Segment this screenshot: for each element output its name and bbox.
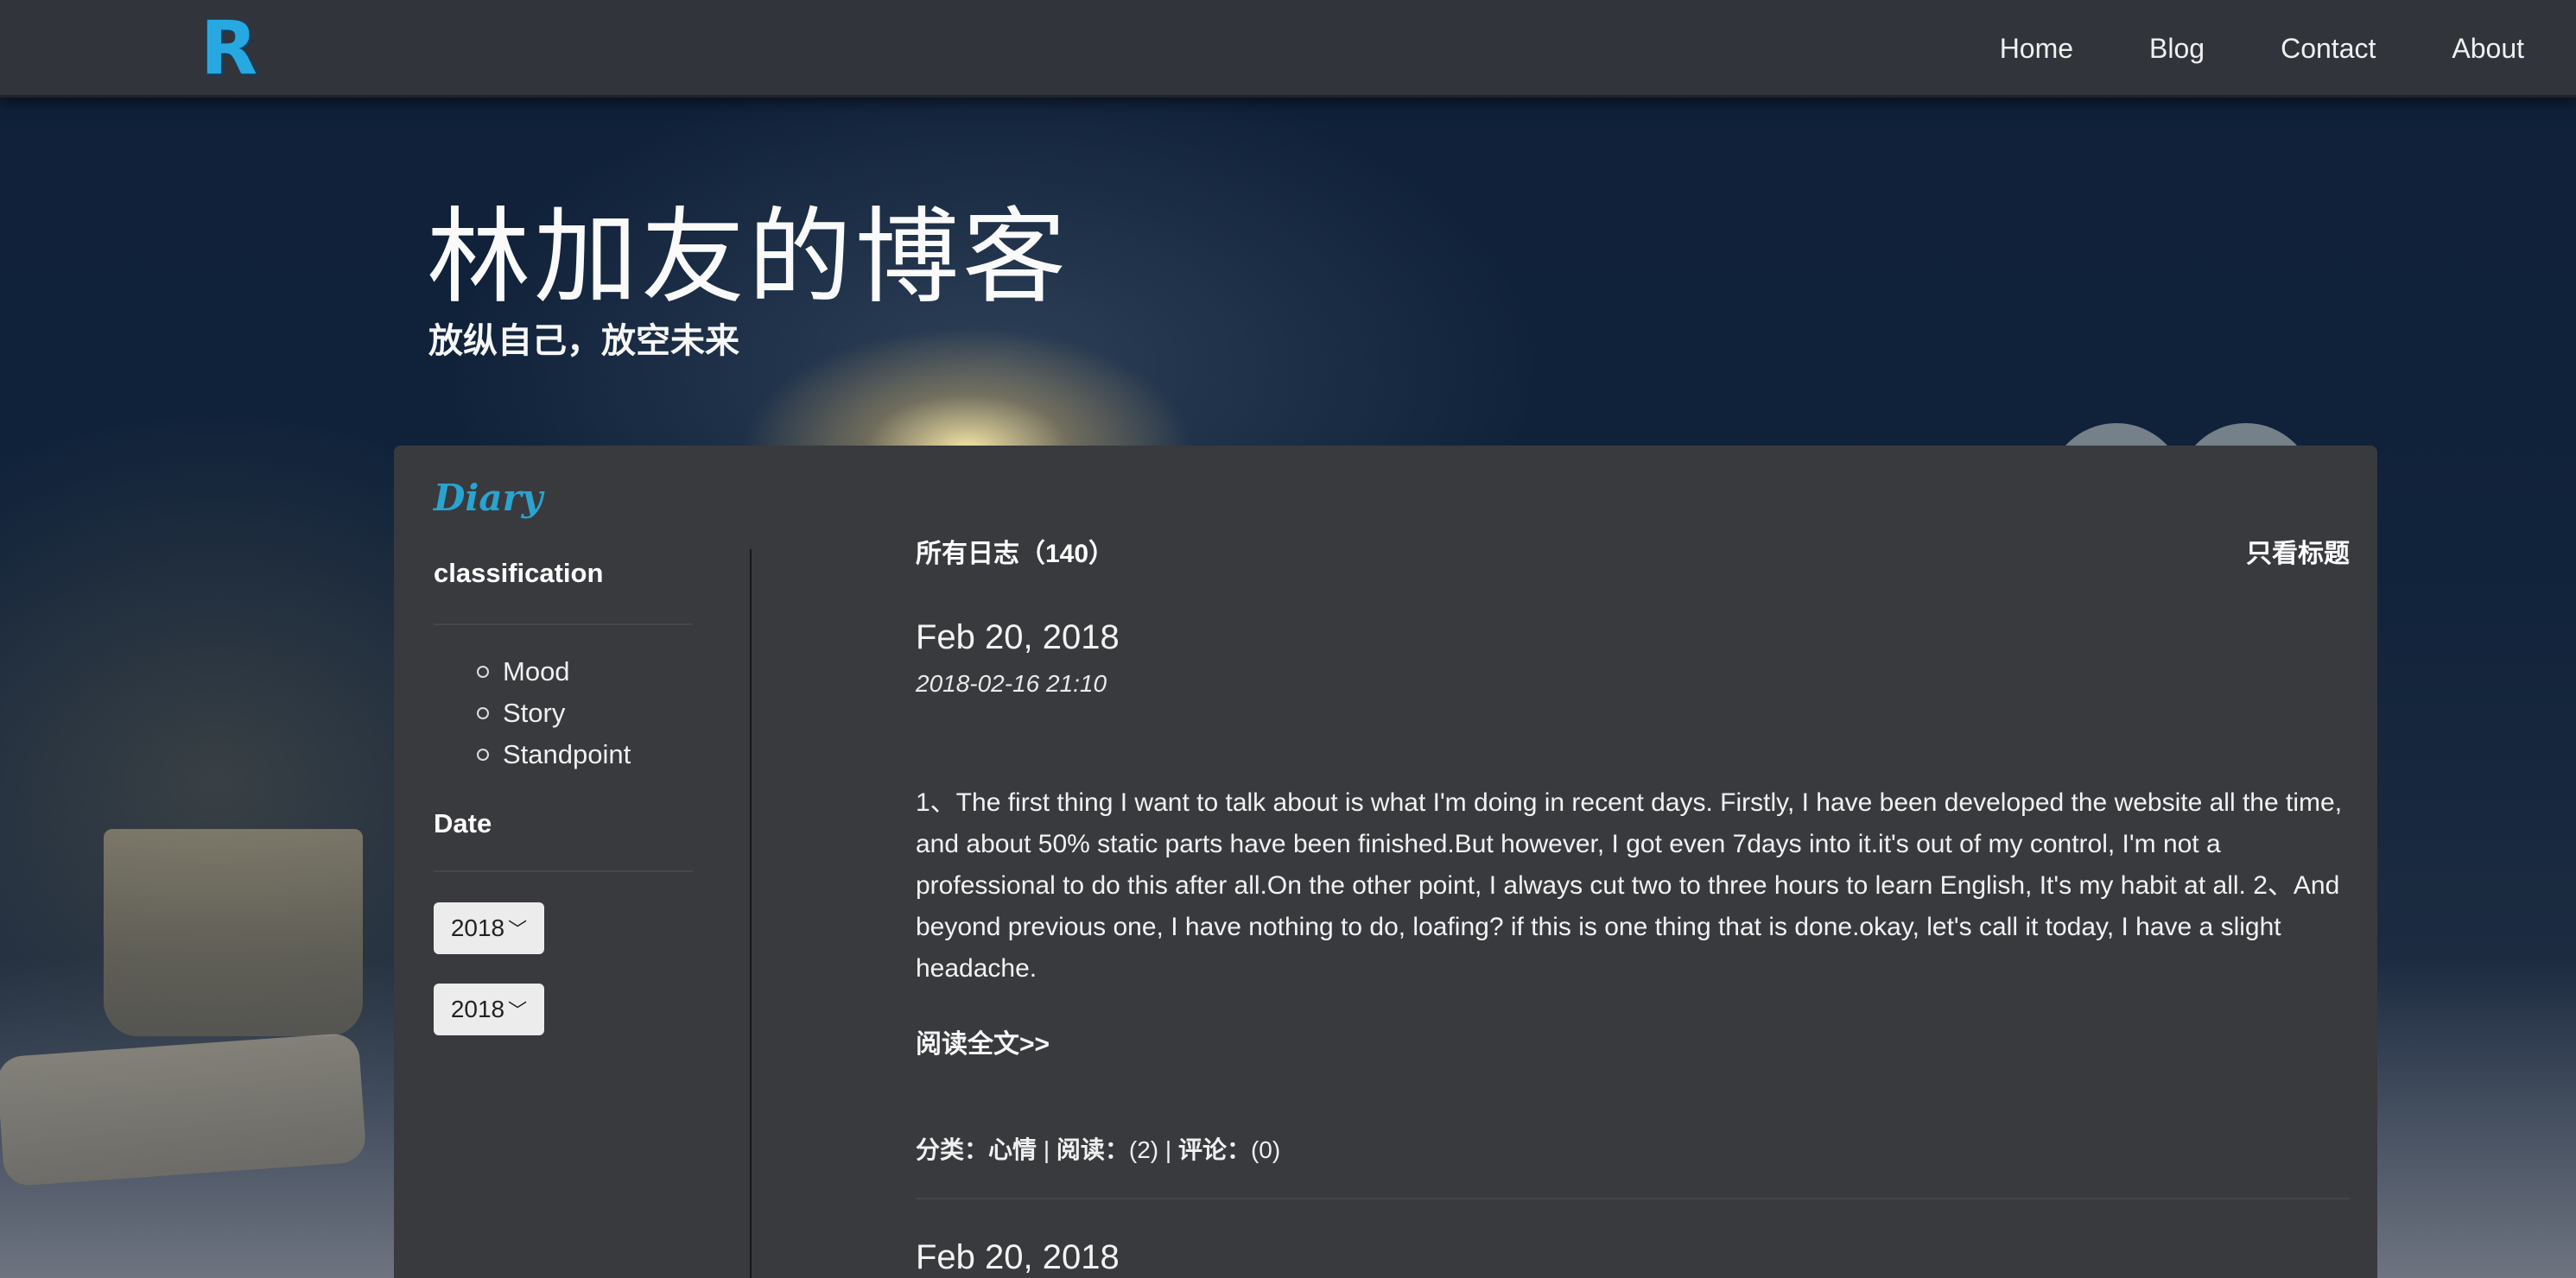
post-title[interactable]: Feb 20, 2018 <box>916 618 1120 657</box>
logo-icon[interactable]: R <box>200 11 261 85</box>
nav-contact-link[interactable]: Contact <box>2281 33 2376 65</box>
bullet-icon <box>477 707 489 719</box>
category-label: Mood <box>503 656 570 686</box>
category-label: Standpoint <box>503 739 631 769</box>
category-item-mood[interactable]: Mood <box>477 651 631 693</box>
blog-title: 林加友的博客 <box>427 198 1069 318</box>
title-only-toggle[interactable]: 只看标题 <box>2246 532 2350 570</box>
category-meta-label: 分类： <box>916 1136 989 1163</box>
post-list-header: 所有日志（140） 只看标题 <box>916 532 2350 568</box>
nav-blog-link[interactable]: Blog <box>2149 33 2205 65</box>
nav-links: Home Blog Contact About <box>1924 0 2524 98</box>
classification-heading: classification <box>434 558 604 588</box>
comments-count: (0) <box>1250 1136 1281 1163</box>
chevron-down-icon: ﹀ <box>508 1000 528 1022</box>
category-meta-value[interactable]: 心情 <box>988 1136 1037 1163</box>
category-item-standpoint[interactable]: Standpoint <box>477 734 631 775</box>
category-item-story[interactable]: Story <box>477 693 631 734</box>
post-excerpt: 1、The first thing I want to talk about i… <box>916 788 2343 983</box>
nav-about-link[interactable]: About <box>2452 33 2524 65</box>
year-select-value: 2018 <box>450 996 505 1022</box>
sidebar-divider <box>434 623 693 625</box>
all-posts-count: 所有日志（140） <box>916 540 1115 568</box>
sidebar-content-divider <box>750 549 752 1278</box>
cloth-decoration <box>0 1032 367 1187</box>
comments-meta-label[interactable]: 评论： <box>1178 1136 1251 1163</box>
category-label: Story <box>503 698 566 728</box>
post-meta: 分类：心情 | 阅读：(2) | 评论：(0) <box>916 1131 1280 1166</box>
meta-separator: | <box>1043 1136 1056 1163</box>
diary-brand: Diary <box>434 477 543 519</box>
category-list: Mood Story Standpoint <box>477 651 631 775</box>
nav-home-link[interactable]: Home <box>2000 33 2073 65</box>
post-timestamp: 2018-02-16 21:10 <box>916 670 1107 697</box>
blog-subtitle: 放纵自己，放空未来 <box>428 322 739 360</box>
meta-separator: | <box>1164 1136 1178 1163</box>
reads-count: (2) <box>1128 1136 1159 1163</box>
post-divider <box>916 1198 2350 1199</box>
bullet-icon <box>477 749 489 761</box>
sidebar-divider <box>434 870 693 872</box>
date-heading: Date <box>434 808 492 838</box>
year-select[interactable]: 2018 ﹀ <box>434 902 544 954</box>
plant-pot-decoration <box>104 829 363 1036</box>
post-title[interactable]: Feb 20, 2018 <box>916 1238 1120 1277</box>
year-select[interactable]: 2018 ﹀ <box>434 984 544 1035</box>
top-navbar: R Home Blog Contact About <box>0 0 2576 98</box>
main-panel: Diary classification Mood Story Standpoi… <box>394 446 2377 1278</box>
bullet-icon <box>477 666 489 678</box>
chevron-down-icon: ﹀ <box>508 919 528 940</box>
year-select-value: 2018 <box>450 914 505 941</box>
reads-meta-label: 阅读： <box>1056 1136 1129 1163</box>
read-more-link[interactable]: 阅读全文>> <box>916 1022 1050 1060</box>
